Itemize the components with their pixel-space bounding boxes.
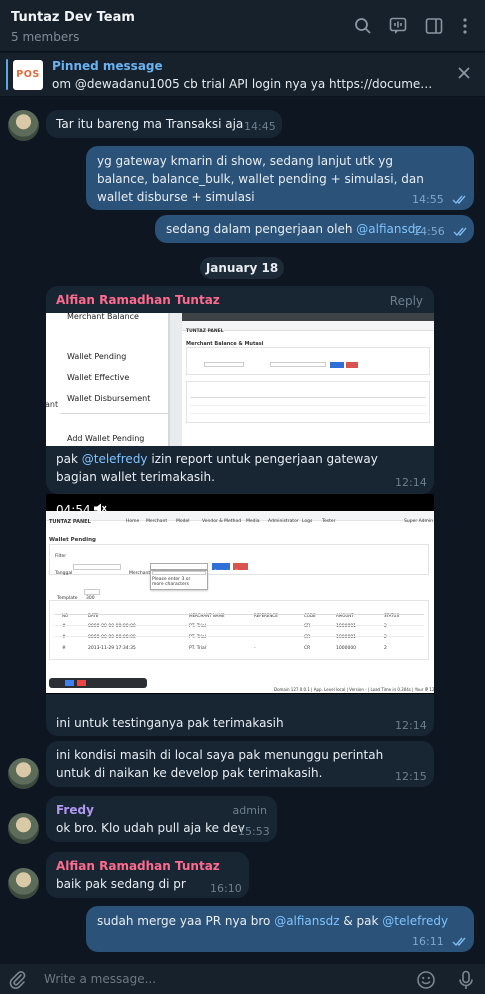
mention-link[interactable]: @telefredy <box>82 452 148 466</box>
message-time: 16:10 <box>210 882 242 895</box>
message-bubble[interactable]: sudah merge yaa PR nya bro @alfiansdz & … <box>86 906 474 952</box>
read-receipt-icon <box>452 195 466 204</box>
pinned-label: Pinned message <box>52 59 163 73</box>
message-bubble[interactable]: Fredy admin ok bro. Klo udah pull aja ke… <box>46 796 277 842</box>
more-vertical-icon[interactable] <box>456 17 474 35</box>
sender-name[interactable]: Alfian Ramadhan Tuntaz <box>56 857 220 875</box>
message-bubble[interactable]: ini kondisi masih di local saya pak menu… <box>46 741 434 787</box>
reply-label[interactable]: Reply <box>390 292 423 310</box>
photo-message[interactable]: Alfian Ramadhan Tuntaz Reply Merchant Ba… <box>46 286 434 494</box>
pinned-text: om @dewadanu1005 cb trial API login nya … <box>52 77 437 91</box>
avatar[interactable] <box>8 758 39 789</box>
video-message[interactable]: TUNTAZ PANEL Home Merchant Model Vendor … <box>46 494 434 736</box>
message-text: ini untuk testinganya pak terimakasih <box>56 716 284 730</box>
message-text: Tar itu bareng ma Transaksi aja <box>56 117 244 131</box>
message-text: ok bro. Klo udah pull aja ke dev <box>56 821 245 835</box>
attached-image[interactable]: Merchant Balance Wallet Pending Wallet E… <box>46 313 434 446</box>
message-text: sedang dalam pengerjaan oleh @alfiansdz <box>166 222 422 236</box>
message-input[interactable]: Write a message... <box>44 972 156 986</box>
mention-link[interactable]: @telefredy <box>382 914 448 928</box>
pinned-message-bar[interactable]: POS Pinned message om @dewadanu1005 cb t… <box>0 53 485 97</box>
read-receipt-icon <box>453 227 467 236</box>
image-menu-panel: Merchant Balance Wallet Pending Wallet E… <box>46 313 170 446</box>
message-text: sudah merge yaa PR nya bro @alfiansdz & … <box>97 914 449 928</box>
search-icon[interactable] <box>354 17 372 35</box>
microphone-icon[interactable] <box>456 970 476 990</box>
pinned-indicator <box>6 59 8 90</box>
message-bubble[interactable]: Tar itu bareng ma Transaksi aja 14:45 <box>46 110 282 138</box>
live-stream-icon[interactable] <box>389 17 407 35</box>
avatar[interactable] <box>8 868 39 899</box>
message-time: 16:11 <box>412 935 444 948</box>
sidebar-toggle-icon[interactable] <box>425 17 443 35</box>
admin-badge: admin <box>232 804 267 817</box>
chat-header[interactable]: Tuntaz Dev Team 5 members <box>0 0 485 52</box>
date-separator: January 18 <box>200 257 284 279</box>
message-text: ini kondisi masih di local saya pak menu… <box>56 748 384 780</box>
avatar[interactable] <box>8 110 39 141</box>
video-duration: 04:54 <box>56 503 91 517</box>
message-bubble[interactable]: Alfian Ramadhan Tuntaz baik pak sedang d… <box>46 852 249 898</box>
message-bubble[interactable]: sedang dalam pengerjaan oleh @alfiansdz … <box>155 215 474 243</box>
message-time: 14:55 <box>412 193 444 206</box>
avatar[interactable] <box>8 813 39 844</box>
message-time: 12:14 <box>395 719 427 732</box>
message-time: 15:53 <box>238 825 270 838</box>
message-time: 14:56 <box>413 225 445 238</box>
member-count[interactable]: 5 members <box>11 30 79 44</box>
mention-link[interactable]: @alfiansdz <box>356 222 421 236</box>
message-composer[interactable]: Write a message... <box>0 964 485 994</box>
read-receipt-icon <box>452 937 466 946</box>
video-player[interactable]: TUNTAZ PANEL Home Merchant Model Vendor … <box>46 494 434 694</box>
emoji-icon[interactable] <box>416 970 436 990</box>
message-text: yg gateway kmarin di show, sedang lanjut… <box>97 154 424 204</box>
message-bubble[interactable]: yg gateway kmarin di show, sedang lanjut… <box>86 146 474 210</box>
sender-name[interactable]: Alfian Ramadhan Tuntaz <box>56 291 220 309</box>
attach-icon[interactable] <box>8 970 28 990</box>
message-time: 14:45 <box>244 120 276 133</box>
pinned-thumbnail: POS <box>13 60 43 90</box>
sender-name[interactable]: Fredy <box>56 801 94 819</box>
message-time: 12:15 <box>395 770 427 783</box>
mention-link[interactable]: @alfiansdz <box>274 914 339 928</box>
chat-title[interactable]: Tuntaz Dev Team <box>11 10 135 25</box>
message-text: pak @telefredy izin report untuk pengerj… <box>56 452 378 484</box>
close-icon[interactable] <box>457 66 471 80</box>
message-text: baik pak sedang di pr <box>56 877 186 891</box>
message-list[interactable]: Tar itu bareng ma Transaksi aja 14:45 yg… <box>0 98 485 964</box>
mute-icon[interactable] <box>93 503 107 514</box>
message-time: 12:14 <box>395 476 427 489</box>
